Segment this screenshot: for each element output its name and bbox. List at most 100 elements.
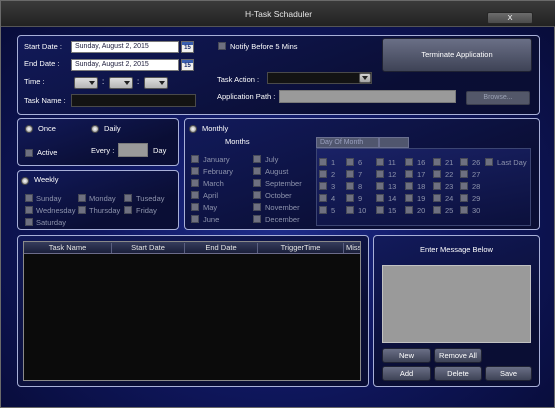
ampm-dropdown[interactable]: [144, 77, 168, 89]
day-checkbox[interactable]: [376, 170, 384, 178]
day-label: 25: [445, 206, 454, 215]
day-checkbox[interactable]: [319, 206, 327, 214]
day-label: 5: [331, 206, 336, 215]
task-action-dropdown-arrow[interactable]: [359, 73, 371, 83]
month-checkbox[interactable]: [253, 203, 261, 211]
last-day-checkbox[interactable]: [485, 158, 493, 166]
day-checkbox[interactable]: [346, 206, 354, 214]
close-button[interactable]: X: [487, 12, 533, 24]
browse-button[interactable]: Browse...: [466, 91, 530, 105]
column-header[interactable]: Task Name: [24, 243, 112, 253]
weekday-label: Monday: [89, 194, 116, 203]
weekday-checkbox[interactable]: [25, 218, 33, 226]
window-title: H-Task Schaduler: [244, 9, 313, 19]
day-checkbox[interactable]: [376, 158, 384, 166]
message-textarea[interactable]: [382, 265, 531, 343]
weekday-checkbox[interactable]: [78, 206, 86, 214]
day-checkbox[interactable]: [405, 170, 413, 178]
day-checkbox[interactable]: [376, 182, 384, 190]
active-checkbox[interactable]: [25, 149, 33, 157]
day-checkbox[interactable]: [346, 194, 354, 202]
application-path-input[interactable]: [279, 90, 456, 103]
day-checkbox[interactable]: [460, 206, 468, 214]
daily-label: Daily: [104, 124, 121, 133]
every-days-input[interactable]: [118, 143, 148, 157]
new-button[interactable]: New: [382, 348, 431, 363]
weekday-checkbox[interactable]: [25, 206, 33, 214]
tab-day-of-month[interactable]: Day Of Month: [316, 137, 379, 148]
month-checkbox[interactable]: [253, 179, 261, 187]
hour-dropdown[interactable]: [74, 77, 98, 89]
months-header: Months: [225, 137, 250, 146]
day-checkbox[interactable]: [405, 182, 413, 190]
chevron-down-icon: [362, 76, 368, 80]
day-checkbox[interactable]: [319, 194, 327, 202]
day-label: 23: [445, 182, 454, 191]
day-checkbox[interactable]: [319, 170, 327, 178]
daily-radio[interactable]: [91, 125, 99, 133]
day-checkbox[interactable]: [405, 194, 413, 202]
weekly-radio[interactable]: [21, 177, 29, 185]
month-checkbox[interactable]: [253, 215, 261, 223]
monthly-radio[interactable]: [189, 125, 197, 133]
day-checkbox[interactable]: [433, 182, 441, 190]
calendar-icon[interactable]: 15: [181, 41, 194, 53]
day-checkbox[interactable]: [319, 182, 327, 190]
month-checkbox[interactable]: [253, 191, 261, 199]
weekday-checkbox[interactable]: [124, 194, 132, 202]
tab-blank[interactable]: [379, 137, 409, 148]
column-header[interactable]: Miss: [344, 243, 360, 253]
month-checkbox[interactable]: [253, 167, 261, 175]
message-header: Enter Message Below: [420, 245, 493, 254]
day-checkbox[interactable]: [433, 170, 441, 178]
task-table[interactable]: Task Name Start Date End Date TriggerTim…: [23, 241, 361, 381]
day-checkbox[interactable]: [319, 158, 327, 166]
remove-all-button[interactable]: Remove All: [434, 348, 482, 363]
day-label: 16: [417, 158, 426, 167]
weekday-checkbox[interactable]: [78, 194, 86, 202]
day-checkbox[interactable]: [433, 206, 441, 214]
start-date-picker[interactable]: Sunday, August 2, 2015: [71, 41, 179, 53]
weekday-checkbox[interactable]: [25, 194, 33, 202]
end-date-picker[interactable]: Sunday, August 2, 2015: [71, 59, 179, 71]
day-checkbox[interactable]: [460, 158, 468, 166]
minute-dropdown[interactable]: [109, 77, 133, 89]
day-checkbox[interactable]: [433, 158, 441, 166]
terminate-application-button[interactable]: Terminate Application: [382, 38, 532, 72]
add-button[interactable]: Add: [382, 366, 431, 381]
day-checkbox[interactable]: [405, 206, 413, 214]
month-checkbox[interactable]: [191, 215, 199, 223]
month-checkbox[interactable]: [191, 191, 199, 199]
notify-checkbox[interactable]: [218, 42, 226, 50]
calendar-icon[interactable]: 15: [181, 59, 194, 71]
month-checkbox[interactable]: [191, 155, 199, 163]
day-checkbox[interactable]: [460, 182, 468, 190]
day-checkbox[interactable]: [346, 170, 354, 178]
once-radio[interactable]: [25, 125, 33, 133]
day-checkbox[interactable]: [346, 182, 354, 190]
month-checkbox[interactable]: [191, 179, 199, 187]
month-checkbox[interactable]: [191, 203, 199, 211]
save-button[interactable]: Save: [485, 366, 532, 381]
month-checkbox[interactable]: [253, 155, 261, 163]
day-checkbox[interactable]: [433, 194, 441, 202]
day-checkbox[interactable]: [405, 158, 413, 166]
day-checkbox[interactable]: [376, 206, 384, 214]
day-checkbox[interactable]: [376, 194, 384, 202]
day-checkbox[interactable]: [460, 194, 468, 202]
day-checkbox[interactable]: [346, 158, 354, 166]
weekday-checkbox[interactable]: [124, 206, 132, 214]
column-header[interactable]: TriggerTime: [258, 243, 344, 253]
task-name-input[interactable]: [71, 94, 196, 107]
task-action-label: Task Action :: [217, 75, 260, 84]
task-action-dropdown[interactable]: [267, 72, 372, 84]
day-label: 3: [331, 182, 336, 191]
delete-button[interactable]: Delete: [434, 366, 482, 381]
day-checkbox[interactable]: [460, 170, 468, 178]
table-header: Task Name Start Date End Date TriggerTim…: [24, 242, 360, 254]
column-header[interactable]: End Date: [185, 243, 258, 253]
weekday-label: Tuseday: [136, 194, 165, 203]
month-checkbox[interactable]: [191, 167, 199, 175]
day-label: 22: [445, 170, 454, 179]
column-header[interactable]: Start Date: [112, 243, 185, 253]
